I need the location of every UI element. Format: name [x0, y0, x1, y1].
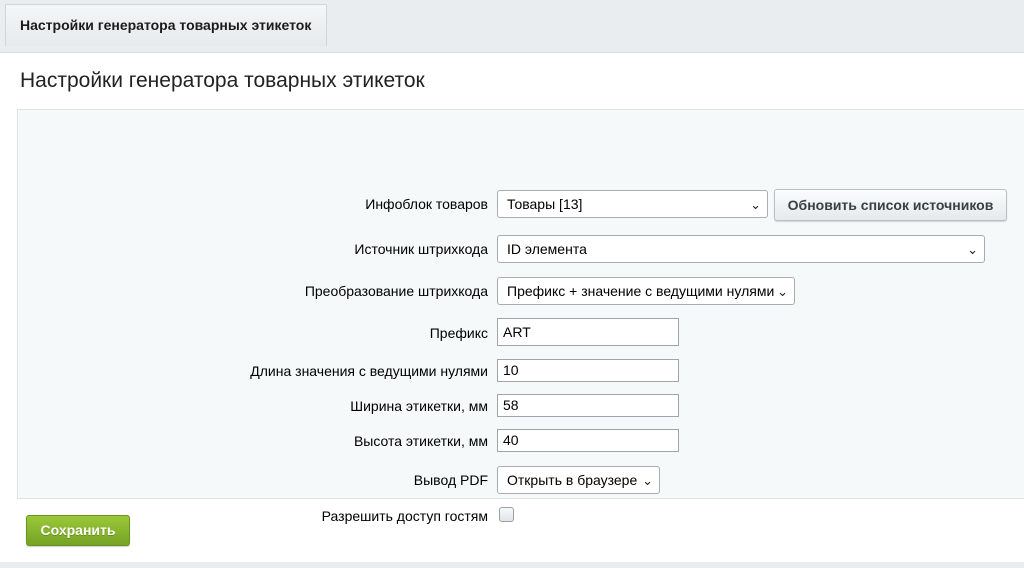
barcode-source-select[interactable]: ID элемента ⌄ [497, 235, 985, 263]
tab-bar: Настройки генератора товарных этикеток [0, 0, 1024, 46]
pdf-output-select[interactable]: Открыть в браузере ⌄ [497, 466, 660, 494]
prefix-input[interactable]: ART [497, 318, 679, 346]
barcode-transform-label: Преобразование штрихкода [304, 283, 488, 299]
barcode-transform-value: Префикс + значение с ведущими нулями [507, 283, 775, 299]
guest-access-checkbox[interactable] [499, 507, 514, 522]
prefix-label: Префикс [429, 325, 488, 341]
main-panel: Настройки генератора товарных этикеток И… [0, 52, 1024, 562]
length-input[interactable]: 10 [497, 359, 679, 382]
width-input[interactable]: 58 [497, 394, 679, 417]
height-input[interactable]: 40 [497, 429, 679, 452]
infoblock-value: Товары [13] [507, 196, 583, 212]
tab-label-generator-settings[interactable]: Настройки генератора товарных этикеток [5, 4, 327, 46]
guest-access-label: Разрешить доступ гостям [321, 508, 488, 524]
pdf-output-value: Открыть в браузере [507, 472, 638, 488]
chevron-down-icon: ⌄ [777, 284, 788, 299]
pdf-output-label: Вывод PDF [413, 472, 488, 488]
refresh-sources-button[interactable]: Обновить список источников [774, 189, 1007, 221]
chevron-down-icon: ⌄ [967, 242, 978, 257]
length-label: Длина значения с ведущими нулями [250, 363, 488, 379]
infoblock-select[interactable]: Товары [13] ⌄ [497, 190, 768, 218]
width-label: Ширина этикетки, мм [350, 398, 488, 414]
chevron-down-icon: ⌄ [750, 197, 761, 212]
chevron-down-icon: ⌄ [642, 473, 653, 488]
height-label: Высота этикетки, мм [353, 433, 488, 449]
barcode-transform-select[interactable]: Префикс + значение с ведущими нулями ⌄ [497, 277, 795, 305]
settings-form: Инфоблок товаров Товары [13] ⌄ Обновить … [17, 109, 1024, 524]
save-button[interactable]: Сохранить [26, 515, 130, 546]
barcode-source-label: Источник штрихкода [354, 241, 488, 257]
barcode-source-value: ID элемента [507, 241, 587, 257]
page-title: Настройки генератора товарных этикеток [20, 69, 425, 92]
infoblock-label: Инфоблок товаров [365, 196, 488, 212]
